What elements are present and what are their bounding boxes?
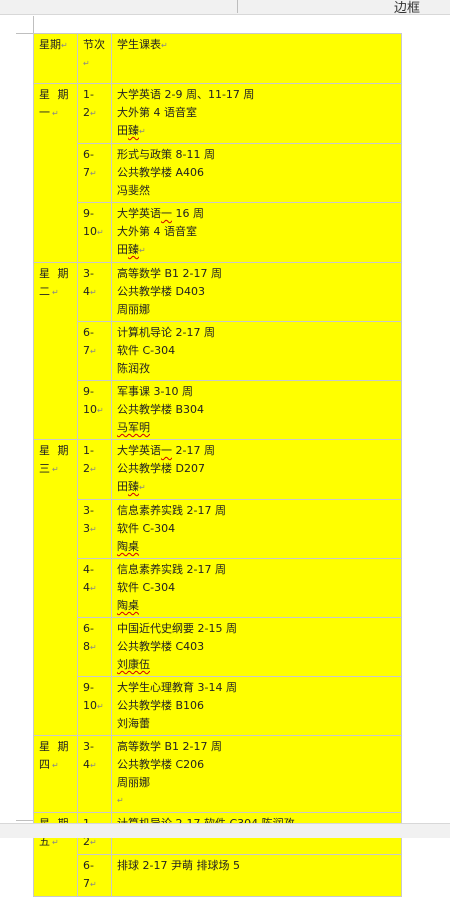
course-cell[interactable]: 军事课 3-10 周 公共教学楼 B304 马军明 bbox=[111, 380, 402, 440]
header-day-cell[interactable]: 星期↵ bbox=[33, 33, 78, 84]
header-period-cell[interactable]: 节次↵ bbox=[77, 33, 112, 84]
table-row: 6-7↵ 形式与政策 8-11 周 公共教学楼 A406 冯斐然 bbox=[34, 143, 402, 203]
course-name: 军事课 3-10 周 bbox=[117, 385, 193, 398]
course-room: 公共教学楼 C403 bbox=[117, 640, 205, 653]
course-teacher: 冯斐然 bbox=[117, 184, 150, 197]
course-name: 大学生心理教育 3-14 周 bbox=[117, 681, 237, 694]
course-cell[interactable]: 中国近代史纲要 2-15 周 公共教学楼 C403 刘康伍 bbox=[111, 617, 402, 677]
course-teacher: 刘康伍 bbox=[117, 658, 150, 671]
period-cell[interactable]: 6-7↵ bbox=[77, 854, 112, 897]
period-cell[interactable]: 3-4↵ bbox=[77, 735, 112, 813]
course-teacher: 周丽娜 bbox=[117, 776, 150, 789]
course-cell[interactable]: 大学生心理教育 3-14 周 公共教学楼 B106 刘海蕾 bbox=[111, 676, 402, 736]
course-room: 公共教学楼 D207 bbox=[117, 462, 205, 475]
page-corner-mark bbox=[33, 16, 34, 33]
day-cell-tuesday[interactable]: 星 期 二↵ bbox=[33, 262, 78, 440]
table-row: 星 期 一↵ 1-2↵ 大学英语 2-9 周、11-17 周 大外第 4 语音室… bbox=[33, 83, 402, 263]
table-row: 星 期 三↵ 1-2↵ 大学英语一 2-17 周 公共教学楼 D207 田臻↵ bbox=[33, 439, 402, 736]
period-cell[interactable]: 9-10↵ bbox=[77, 202, 112, 263]
course-name: 高等数学 B1 2-17 周 bbox=[117, 740, 222, 753]
course-room: 软件 C-304 bbox=[117, 522, 176, 535]
period-cell[interactable]: 4-4↵ bbox=[77, 558, 112, 618]
table-row: 9-10↵ 大学生心理教育 3-14 周 公共教学楼 B106 刘海蕾 bbox=[34, 676, 402, 736]
table-row: 9-10↵ 大学英语一 16 周 大外第 4 语音室 田臻↵ bbox=[34, 202, 402, 263]
course-room: 公共教学楼 D403 bbox=[117, 285, 205, 298]
course-cell[interactable]: 大学英语 2-9 周、11-17 周 大外第 4 语音室 田臻↵ bbox=[111, 83, 402, 144]
period-cell[interactable]: 1-2↵ bbox=[77, 439, 112, 500]
course-cell[interactable]: 大学英语一 16 周 大外第 4 语音室 田臻↵ bbox=[111, 202, 402, 263]
header-title-cell[interactable]: 学生课表↵ bbox=[111, 33, 402, 84]
course-room: 公共教学楼 C206 bbox=[117, 758, 205, 771]
table-row: 星期↵ 节次↵ 学生课表↵ bbox=[33, 33, 402, 84]
period-cell[interactable]: 3-4↵ bbox=[77, 262, 112, 322]
course-name: 计算机导论 2-17 周 bbox=[117, 326, 215, 339]
toolbar-separator bbox=[237, 0, 238, 13]
day-cell-wednesday[interactable]: 星 期 三↵ bbox=[33, 439, 78, 736]
course-room: 大外第 4 语音室 bbox=[117, 106, 197, 119]
course-room: 公共教学楼 A406 bbox=[117, 166, 205, 179]
course-cell[interactable]: 信息素养实践 2-17 周 软件 C-304 陶桌 bbox=[111, 499, 402, 559]
table-row: 星 期 四↵ 3-4↵ 高等数学 B1 2-17 周 公共教学楼 C206 周丽… bbox=[33, 735, 402, 813]
course-name: 排球 2-17 尹萌 排球场 5 bbox=[117, 859, 240, 872]
course-teacher: 刘海蕾 bbox=[117, 717, 150, 730]
course-name: 信息素养实践 2-17 周 bbox=[117, 504, 226, 517]
course-room: 公共教学楼 B106 bbox=[117, 699, 205, 712]
course-cell[interactable]: 高等数学 B1 2-17 周 公共教学楼 D403 周丽娜 bbox=[111, 262, 402, 322]
course-cell[interactable]: 信息素养实践 2-17 周 软件 C-304 陶桌 bbox=[111, 558, 402, 618]
course-room: 软件 C-304 bbox=[117, 344, 176, 357]
course-teacher: 田臻↵ bbox=[117, 480, 146, 493]
period-cell[interactable]: 9-10↵ bbox=[77, 676, 112, 736]
course-teacher: 马军明 bbox=[117, 421, 150, 434]
course-room: 大外第 4 语音室 bbox=[117, 225, 197, 238]
table-row: 4-4↵ 信息素养实践 2-17 周 软件 C-304 陶桌 bbox=[34, 558, 402, 618]
course-teacher: 陈润孜 bbox=[117, 362, 150, 375]
course-cell[interactable]: 计算机导论 2-17 周 软件 C-304 陈润孜 bbox=[111, 321, 402, 381]
course-name: 大学英语 2-9 周、11-17 周 bbox=[117, 88, 255, 101]
ribbon-toolbar: 边框 bbox=[0, 0, 450, 16]
course-cell[interactable]: 高等数学 B1 2-17 周 公共教学楼 C206 周丽娜 ↵ bbox=[111, 735, 402, 813]
status-bar bbox=[0, 823, 450, 838]
course-room: 软件 C-304 bbox=[117, 581, 176, 594]
period-cell[interactable]: 6-8↵ bbox=[77, 617, 112, 677]
page-corner-mark bbox=[16, 820, 33, 821]
course-name: 形式与政策 8-11 周 bbox=[117, 148, 215, 161]
table-row: 6-7↵ 排球 2-17 尹萌 排球场 5 bbox=[34, 854, 402, 897]
course-name: 高等数学 B1 2-17 周 bbox=[117, 267, 222, 280]
course-teacher: 陶桌 bbox=[117, 540, 139, 553]
course-name: 中国近代史纲要 2-15 周 bbox=[117, 622, 237, 635]
paragraph-mark: ↵ bbox=[117, 796, 124, 805]
period-cell[interactable]: 6-7↵ bbox=[77, 321, 112, 381]
period-cell[interactable]: 6-7↵ bbox=[77, 143, 112, 203]
table-row: 6-7↵ 计算机导论 2-17 周 软件 C-304 陈润孜 bbox=[34, 321, 402, 381]
period-cell[interactable]: 3-3↵ bbox=[77, 499, 112, 559]
course-name: 信息素养实践 2-17 周 bbox=[117, 563, 226, 576]
course-cell[interactable]: 形式与政策 8-11 周 公共教学楼 A406 冯斐然 bbox=[111, 143, 402, 203]
page-corner-mark bbox=[16, 33, 33, 34]
day-cell-monday[interactable]: 星 期 一↵ bbox=[33, 83, 78, 263]
table-row: 9-10↵ 军事课 3-10 周 公共教学楼 B304 马军明 bbox=[34, 380, 402, 440]
table-row: 6-8↵ 中国近代史纲要 2-15 周 公共教学楼 C403 刘康伍 bbox=[34, 617, 402, 677]
course-cell[interactable]: 排球 2-17 尹萌 排球场 5 bbox=[111, 854, 402, 897]
course-teacher: 周丽娜 bbox=[117, 303, 150, 316]
schedule-table: 星期↵ 节次↵ 学生课表↵ 星 期 一↵ 1-2↵ 大学英语 2-9 周、11-… bbox=[33, 33, 402, 897]
period-cell[interactable]: 9-10↵ bbox=[77, 380, 112, 440]
table-row: 星 期 二↵ 3-4↵ 高等数学 B1 2-17 周 公共教学楼 D403 周丽… bbox=[33, 262, 402, 440]
course-teacher: 陶桌 bbox=[117, 599, 139, 612]
course-name: 大学英语一 2-17 周 bbox=[117, 444, 215, 457]
table-row: 3-3↵ 信息素养实践 2-17 周 软件 C-304 陶桌 bbox=[34, 499, 402, 559]
border-button[interactable]: 边框 bbox=[394, 0, 420, 16]
course-name: 大学英语一 16 周 bbox=[117, 207, 204, 220]
course-room: 公共教学楼 B304 bbox=[117, 403, 205, 416]
day-cell-thursday[interactable]: 星 期 四↵ bbox=[33, 735, 78, 813]
period-cell[interactable]: 1-2↵ bbox=[77, 83, 112, 144]
course-teacher: 田臻↵ bbox=[117, 124, 146, 137]
course-cell[interactable]: 大学英语一 2-17 周 公共教学楼 D207 田臻↵ bbox=[111, 439, 402, 500]
course-teacher: 田臻↵ bbox=[117, 243, 146, 256]
